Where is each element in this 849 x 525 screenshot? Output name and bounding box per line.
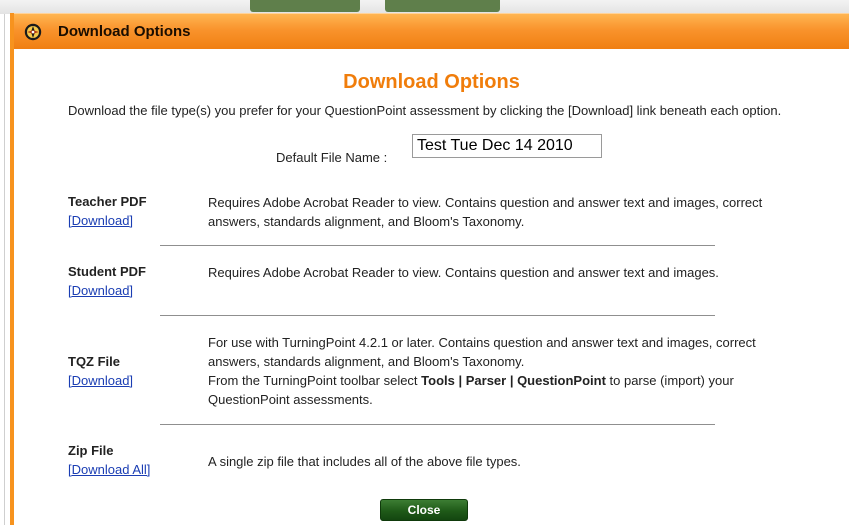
teacher-pdf-download-link[interactable]: [Download] — [68, 213, 133, 228]
dialog-body: Download Options Download the file type(… — [14, 49, 849, 525]
divider — [160, 245, 715, 246]
tqz-file-download-link[interactable]: [Download] — [68, 373, 133, 388]
default-file-name-label: Default File Name : — [276, 150, 388, 165]
tqz-file-label: TQZ File — [68, 354, 120, 369]
dialog-title: Download Options — [58, 23, 191, 40]
compass-icon — [24, 23, 42, 41]
background-page-edge — [0, 14, 10, 525]
dialog-titlebar[interactable]: Download Options — [14, 13, 849, 49]
zip-file-description: A single zip file that includes all of t… — [208, 454, 521, 469]
tqz-description-menu-path: Tools | Parser | QuestionPoint — [421, 373, 606, 388]
tqz-description-pre: From the TurningPoint toolbar select — [208, 373, 422, 388]
tqz-description-line1: For use with TurningPoint 4.2.1 or later… — [208, 335, 756, 369]
student-pdf-label: Student PDF — [68, 264, 146, 279]
teacher-pdf-label: Teacher PDF — [68, 194, 147, 209]
student-pdf-download-link[interactable]: [Download] — [68, 283, 133, 298]
background-page-border — [4, 14, 5, 525]
teacher-pdf-description: Requires Adobe Acrobat Reader to view. C… — [208, 195, 763, 229]
close-button[interactable]: Close — [380, 499, 468, 521]
zip-file-label: Zip File — [68, 443, 114, 458]
tqz-file-description: For use with TurningPoint 4.2.1 or later… — [208, 333, 798, 409]
background-tab — [250, 0, 360, 12]
page-heading: Download Options — [343, 71, 520, 93]
intro-text: Download the file type(s) you prefer for… — [68, 103, 782, 118]
default-file-name-input[interactable] — [412, 134, 602, 158]
zip-file-download-all-link[interactable]: [Download All] — [68, 462, 150, 477]
divider — [160, 424, 715, 425]
divider — [160, 315, 715, 316]
student-pdf-description: Requires Adobe Acrobat Reader to view. C… — [208, 265, 719, 280]
background-tab — [385, 0, 500, 12]
download-options-dialog: Download Options Download Options Downlo… — [10, 13, 849, 525]
